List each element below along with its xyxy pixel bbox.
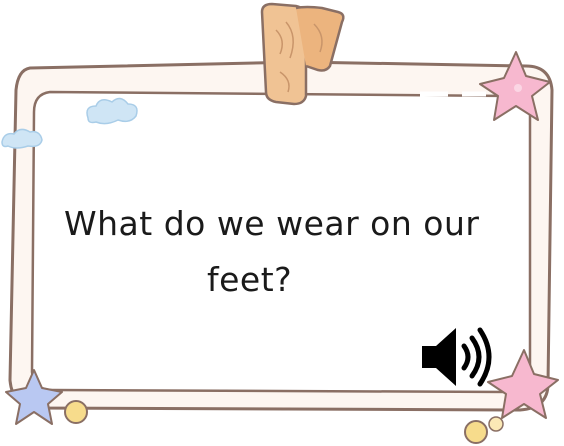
cloud-icon [1,128,43,149]
bubble-icon [488,416,504,432]
question-card: What do we wear on our feet? [0,0,564,446]
question-line-2: feet? [207,260,293,299]
speaker-icon[interactable] [418,324,494,390]
question-text: What do we wear on our feet? [40,196,524,308]
question-line-1: What do we wear on our [64,204,480,243]
bubble-icon [64,400,88,424]
bubble-icon [464,420,488,444]
